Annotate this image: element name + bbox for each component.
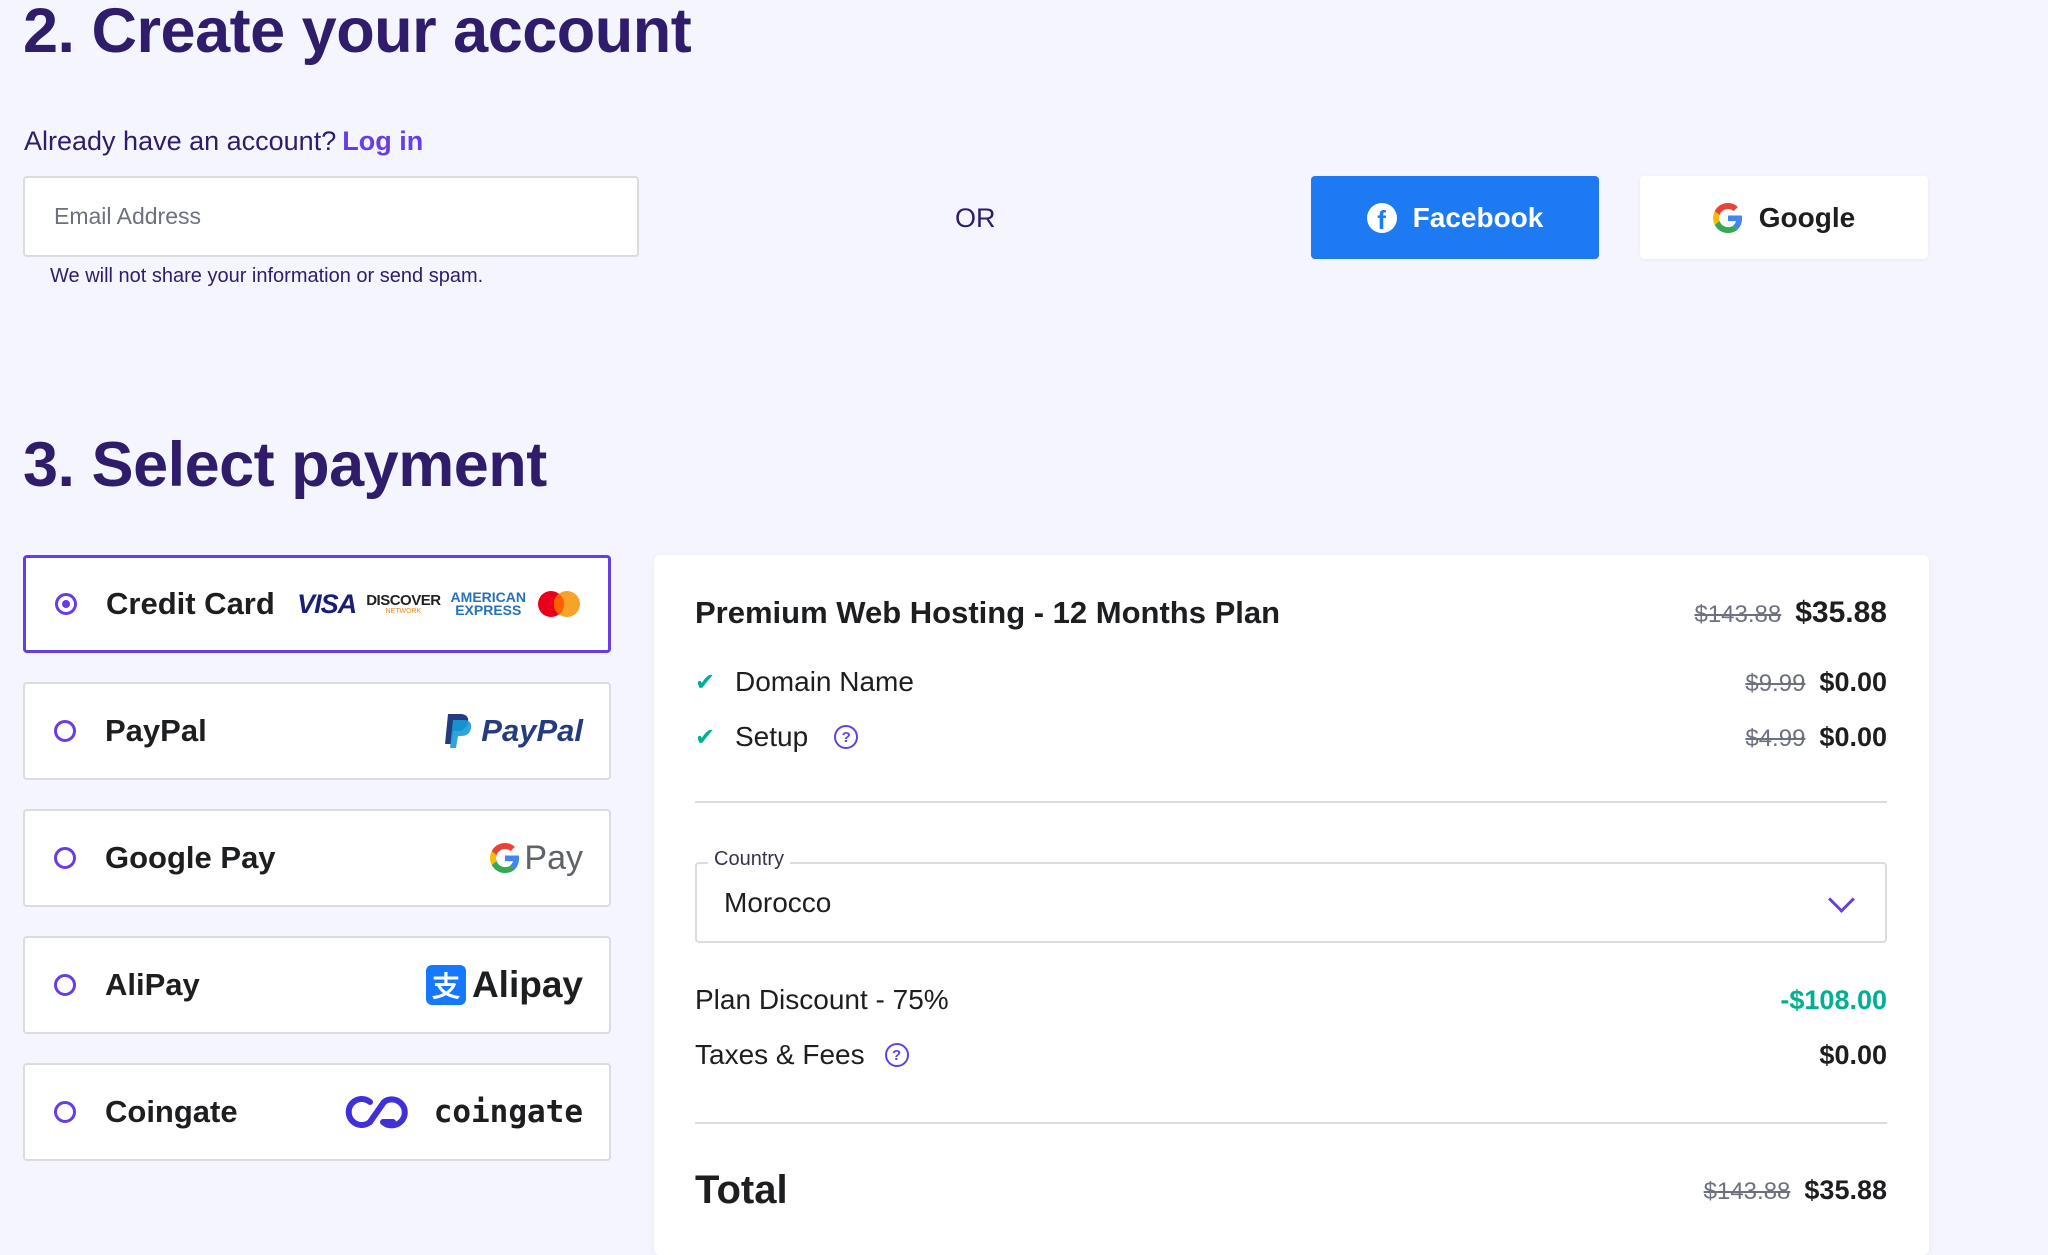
discount-label: Plan Discount - 75%: [695, 984, 949, 1015]
visa-logo: VISA: [297, 588, 357, 619]
taxes-label-group: Taxes & Fees ?: [695, 1039, 909, 1071]
taxes-label: Taxes & Fees: [695, 1039, 865, 1070]
payment-label-credit-card: Credit Card: [106, 586, 275, 621]
payment-option-credit-card[interactable]: Credit Card VISA DISCOVER NETWORK AMERIC…: [23, 555, 611, 653]
setup-price-group: $4.99 $0.00: [1745, 722, 1887, 753]
google-pay-logo-text: Pay: [524, 838, 583, 877]
coingate-icon: [345, 1096, 408, 1129]
google-button-label: Google: [1758, 201, 1856, 233]
create-account-title: 2. Create your account: [23, 0, 692, 66]
total-price: $35.88: [1804, 1175, 1887, 1205]
payment-option-coingate[interactable]: Coingate coingate: [23, 1063, 611, 1161]
payment-option-alipay[interactable]: AliPay 支 Alipay: [23, 936, 611, 1034]
payment-option-paypal[interactable]: PayPal PayPal: [23, 682, 611, 780]
country-value: Morocco: [724, 886, 832, 918]
google-g-icon: [490, 843, 520, 873]
paypal-logo: PayPal: [443, 712, 583, 750]
order-summary-panel: Premium Web Hosting - 12 Months Plan $14…: [654, 555, 1929, 1255]
discover-logo-text: DISCOVER: [366, 592, 441, 609]
email-field[interactable]: [23, 176, 639, 257]
setup-price: $0.00: [1819, 721, 1887, 752]
domain-price-group: $9.99 $0.00: [1745, 667, 1887, 698]
coingate-logo-text: coingate: [433, 1094, 583, 1130]
check-icon: ✔: [695, 723, 716, 751]
payment-label-google-pay: Google Pay: [105, 840, 276, 875]
total-row: Total $143.88 $35.88: [695, 1168, 1887, 1213]
radio-paypal[interactable]: [54, 720, 76, 742]
radio-coingate[interactable]: [54, 1101, 76, 1123]
country-select[interactable]: Morocco: [695, 862, 1887, 943]
discount-row: Plan Discount - 75% -$108.00: [695, 984, 1887, 1016]
mastercard-logo: [538, 591, 580, 617]
total-old-price: $143.88: [1703, 1178, 1791, 1205]
country-label: Country: [708, 848, 791, 871]
google-pay-logo: Pay: [490, 839, 583, 878]
line-item-setup: ✔ Setup ? $4.99 $0.00: [695, 721, 1887, 753]
domain-item-left: ✔ Domain Name: [695, 666, 914, 698]
plan-price: $35.88: [1795, 596, 1887, 629]
summary-divider: [695, 801, 1887, 803]
total-label: Total: [695, 1168, 788, 1212]
amex-logo: AMERICAN EXPRESS: [451, 590, 526, 618]
taxes-row: Taxes & Fees ? $0.00: [695, 1039, 1887, 1071]
login-prompt-text: Already have an account?: [24, 126, 337, 156]
privacy-note: We will not share your information or se…: [50, 265, 484, 287]
taxes-amount: $0.00: [1819, 1039, 1887, 1070]
facebook-button-label: Facebook: [1412, 201, 1544, 233]
line-item-domain: ✔ Domain Name $9.99 $0.00: [695, 666, 1887, 698]
setup-item-left: ✔ Setup ?: [695, 721, 859, 753]
payment-option-google-pay[interactable]: Google Pay Pay: [23, 809, 611, 907]
card-brands-logos: VISA DISCOVER NETWORK AMERICAN EXPRESS: [297, 589, 582, 620]
summary-divider: [695, 1122, 1887, 1124]
paypal-icon: [445, 714, 472, 748]
domain-price: $0.00: [1819, 666, 1887, 697]
discount-amount: -$108.00: [1780, 984, 1887, 1015]
chevron-down-icon: [1828, 886, 1855, 913]
help-icon[interactable]: ?: [884, 1043, 909, 1067]
google-icon: [1712, 202, 1742, 233]
plan-name: Premium Web Hosting - 12 Months Plan: [695, 595, 1281, 630]
select-payment-title: 3. Select payment: [23, 430, 547, 500]
discover-logo: DISCOVER NETWORK: [366, 592, 441, 615]
plan-price-group: $143.88 $35.88: [1694, 596, 1887, 630]
radio-credit-card[interactable]: [55, 593, 77, 615]
login-link[interactable]: Log in: [342, 126, 423, 156]
payment-label-paypal: PayPal: [105, 713, 207, 748]
or-divider: OR: [955, 203, 996, 233]
domain-old-price: $9.99: [1745, 669, 1806, 697]
radio-alipay[interactable]: [54, 974, 76, 996]
alipay-logo-text: Alipay: [471, 964, 583, 1005]
google-signup-button[interactable]: Google: [1640, 176, 1928, 259]
setup-item-label: Setup: [735, 721, 809, 752]
alipay-logo: 支 Alipay: [425, 964, 583, 1006]
total-price-group: $143.88 $35.88: [1704, 1175, 1887, 1206]
email-input[interactable]: [52, 202, 637, 231]
check-icon: ✔: [695, 668, 716, 696]
setup-old-price: $4.99: [1745, 724, 1806, 752]
amex-logo-line2: EXPRESS: [455, 602, 522, 618]
payment-label-coingate: Coingate: [105, 1094, 238, 1129]
discover-network-text: NETWORK: [385, 608, 422, 615]
coingate-logo: coingate: [340, 1094, 583, 1130]
domain-item-label: Domain Name: [735, 666, 914, 697]
facebook-signup-button[interactable]: f Facebook: [1311, 176, 1599, 259]
plan-row: Premium Web Hosting - 12 Months Plan $14…: [695, 595, 1887, 631]
plan-old-price: $143.88: [1694, 601, 1782, 628]
payment-label-alipay: AliPay: [105, 967, 200, 1002]
help-icon[interactable]: ?: [834, 725, 859, 749]
paypal-logo-text: PayPal: [481, 713, 583, 748]
alipay-icon: 支: [425, 965, 466, 1005]
login-prompt: Already have an account? Log in: [24, 126, 423, 157]
radio-google-pay[interactable]: [54, 847, 76, 869]
facebook-icon: f: [1366, 202, 1397, 233]
